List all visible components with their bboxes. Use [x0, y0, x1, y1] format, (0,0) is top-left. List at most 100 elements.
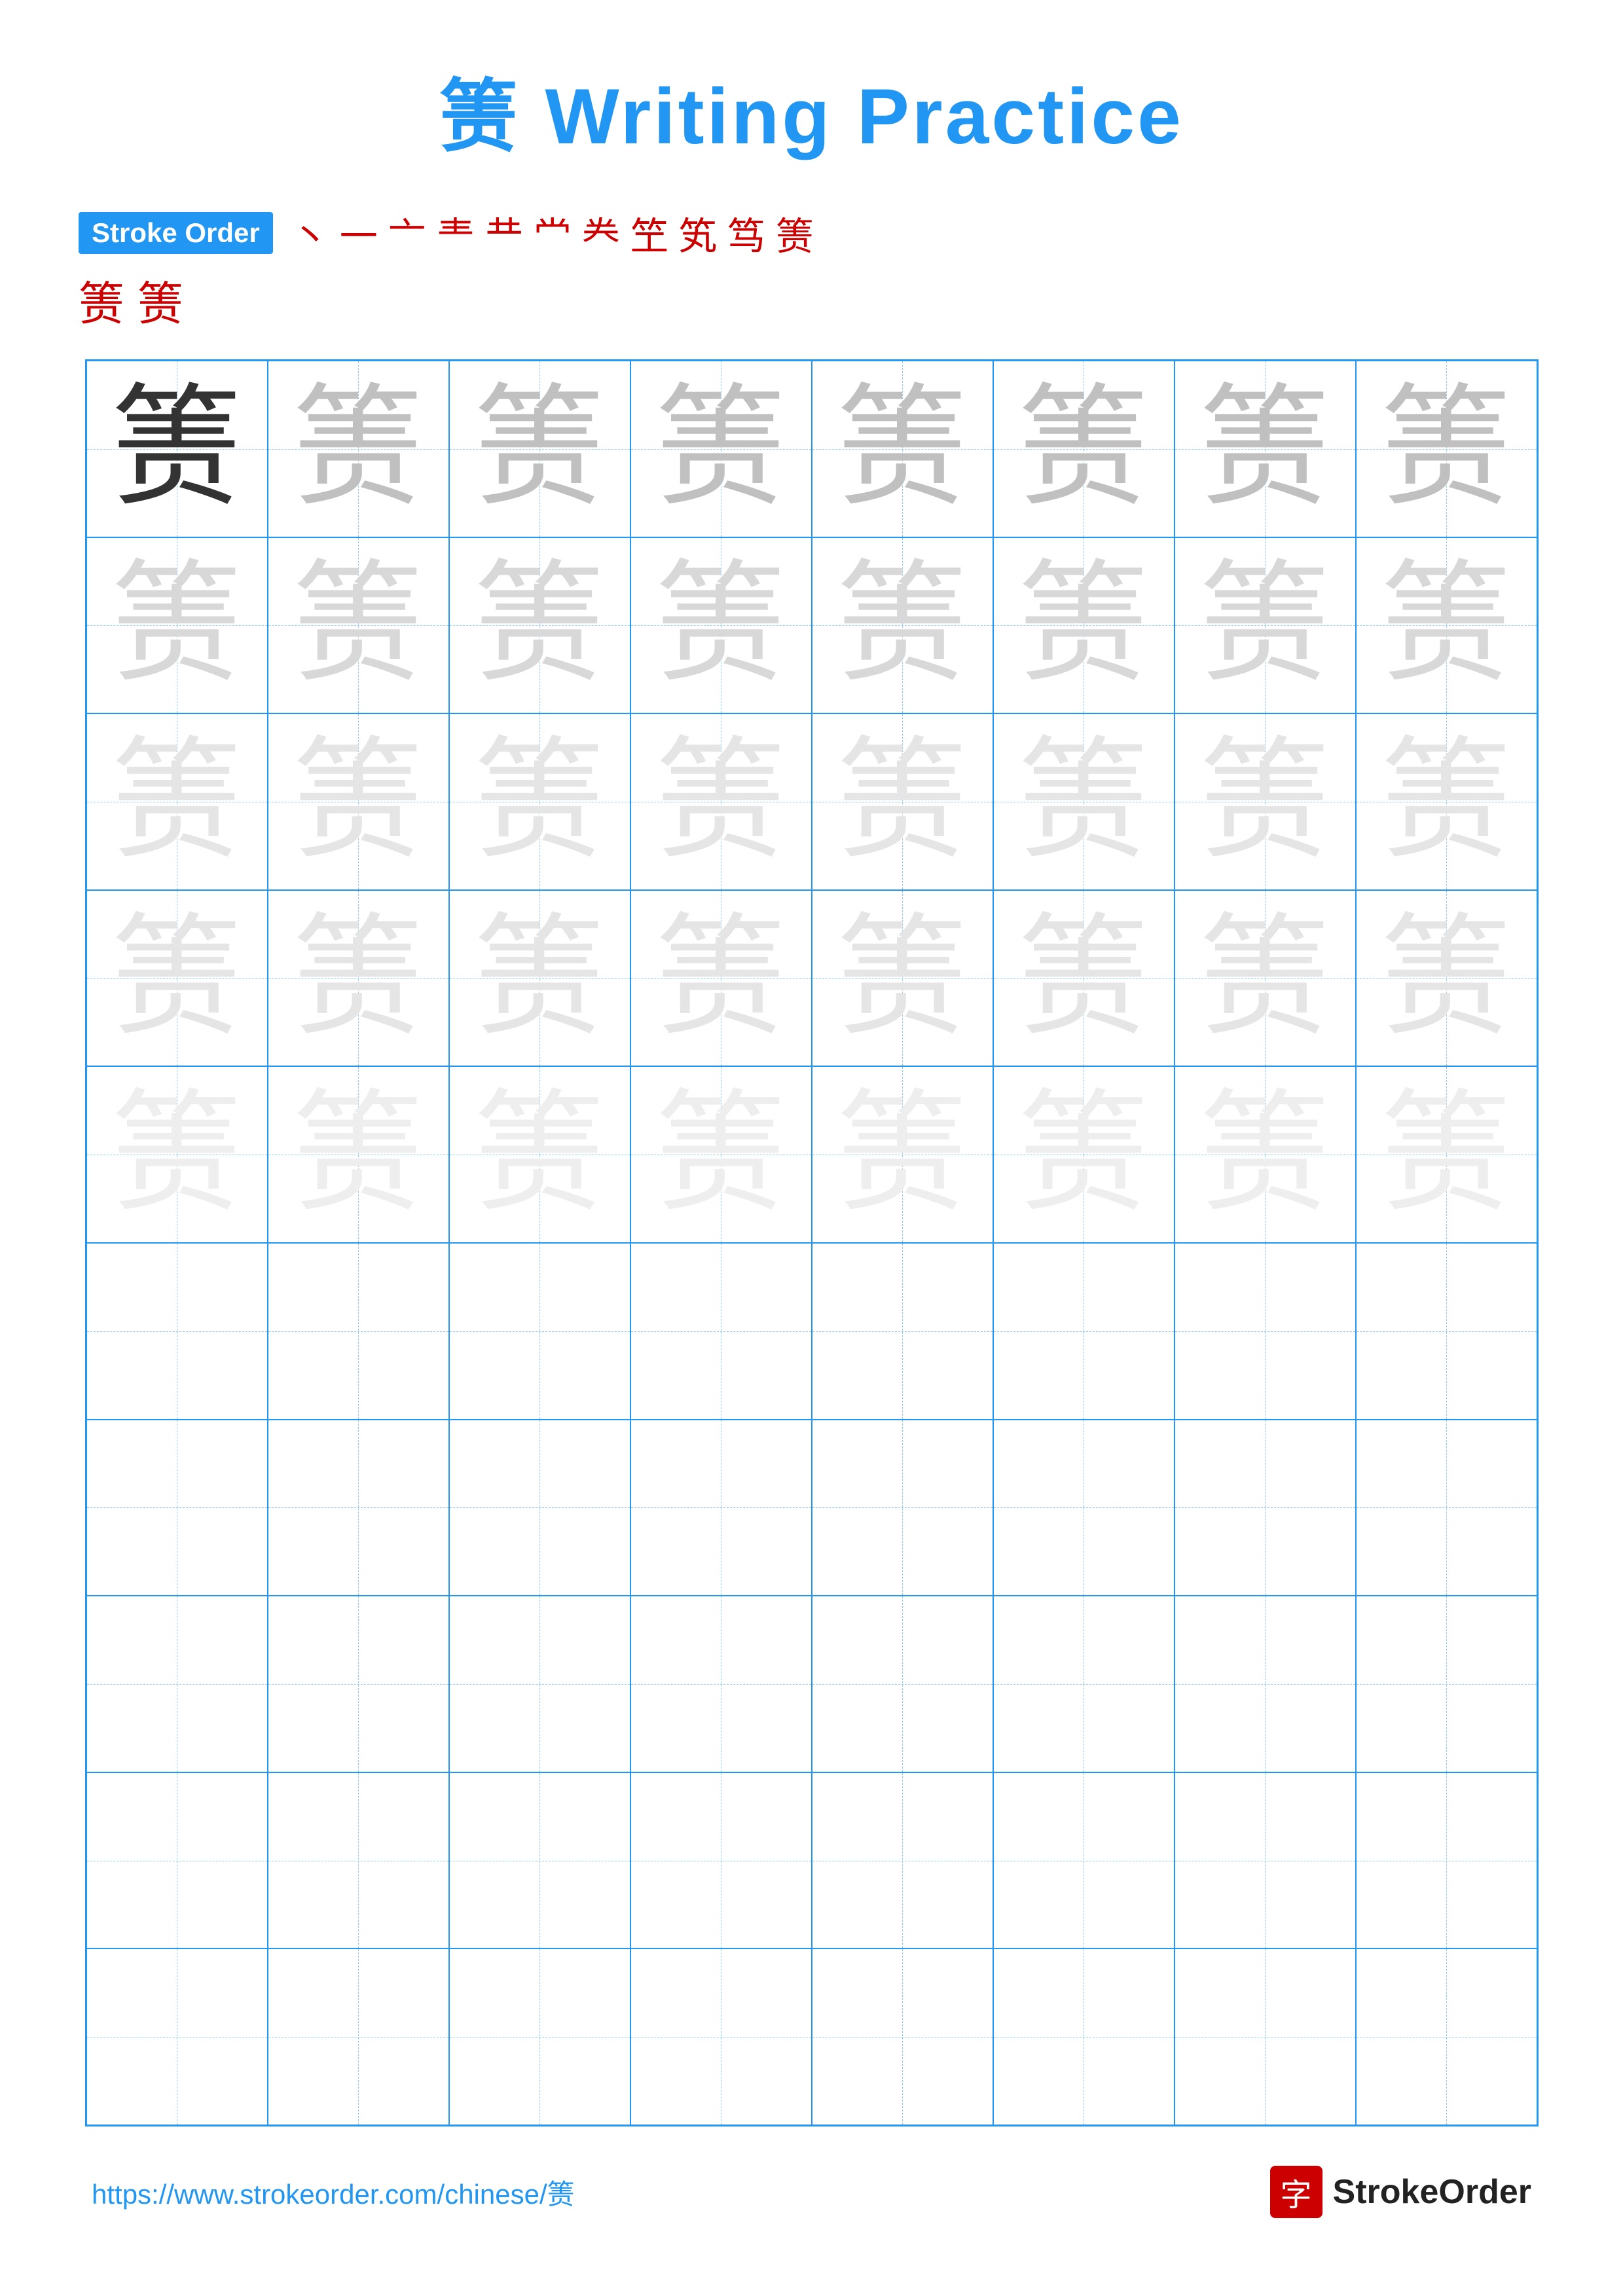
grid-cell-r10c6[interactable] — [993, 1948, 1175, 2125]
grid-cell-r8c3[interactable] — [449, 1596, 630, 1772]
practice-char: 箦 — [1018, 384, 1149, 514]
grid-cell-r3c7[interactable]: 箦 — [1175, 713, 1356, 890]
grid-cell-r10c3[interactable] — [449, 1948, 630, 2125]
grid-cell-r8c5[interactable] — [812, 1596, 993, 1772]
grid-cell-r3c5[interactable]: 箦 — [812, 713, 993, 890]
grid-cell-r7c3[interactable] — [449, 1420, 630, 1596]
practice-char: 箦 — [293, 913, 424, 1044]
grid-cell-r7c2[interactable] — [268, 1420, 449, 1596]
grid-cell-r8c4[interactable] — [630, 1596, 812, 1772]
grid-cell-r5c5[interactable]: 箦 — [812, 1066, 993, 1243]
grid-cell-r1c2[interactable]: 箦 — [268, 361, 449, 537]
stroke-10: 笃 — [727, 206, 765, 260]
grid-cell-r9c3[interactable] — [449, 1772, 630, 1949]
grid-cell-r2c1[interactable]: 箦 — [86, 537, 268, 714]
grid-cell-r8c7[interactable] — [1175, 1596, 1356, 1772]
grid-cell-r4c5[interactable]: 箦 — [812, 890, 993, 1067]
stroke-order-row: Stroke Order 丶 一 亠 龶 龷 龸 龹 笁 笂 笃 箦 — [79, 206, 1544, 260]
grid-cell-r4c6[interactable]: 箦 — [993, 890, 1175, 1067]
grid-cell-r4c3[interactable]: 箦 — [449, 890, 630, 1067]
grid-cell-r2c5[interactable]: 箦 — [812, 537, 993, 714]
grid-cell-r10c8[interactable] — [1356, 1948, 1537, 2125]
practice-char: 箦 — [474, 913, 605, 1044]
grid-cell-r6c7[interactable] — [1175, 1243, 1356, 1420]
grid-cell-r2c7[interactable]: 箦 — [1175, 537, 1356, 714]
grid-cell-r1c5[interactable]: 箦 — [812, 361, 993, 537]
practice-char: 箦 — [474, 560, 605, 691]
grid-cell-r8c1[interactable] — [86, 1596, 268, 1772]
grid-cell-r9c7[interactable] — [1175, 1772, 1356, 1949]
grid-cell-r8c6[interactable] — [993, 1596, 1175, 1772]
practice-char: 箦 — [1381, 913, 1512, 1044]
grid-cell-r3c1[interactable]: 箦 — [86, 713, 268, 890]
grid-cell-r3c2[interactable]: 箦 — [268, 713, 449, 890]
grid-cell-r7c6[interactable] — [993, 1420, 1175, 1596]
grid-cell-r7c8[interactable] — [1356, 1420, 1537, 1596]
grid-cell-r10c1[interactable] — [86, 1948, 268, 2125]
grid-cell-r8c2[interactable] — [268, 1596, 449, 1772]
grid-cell-r9c4[interactable] — [630, 1772, 812, 1949]
grid-cell-r5c3[interactable]: 箦 — [449, 1066, 630, 1243]
grid-cell-r1c8[interactable]: 箦 — [1356, 361, 1537, 537]
practice-char: 箦 — [837, 913, 968, 1044]
grid-cell-r4c2[interactable]: 箦 — [268, 890, 449, 1067]
grid-cell-r2c3[interactable]: 箦 — [449, 537, 630, 714]
grid-cell-r6c4[interactable] — [630, 1243, 812, 1420]
stroke-4: 龶 — [437, 206, 475, 260]
grid-cell-r2c6[interactable]: 箦 — [993, 537, 1175, 714]
practice-char: 箦 — [111, 384, 242, 514]
grid-cell-r4c1[interactable]: 箦 — [86, 890, 268, 1067]
stroke-9: 笂 — [679, 206, 717, 260]
grid-cell-r3c3[interactable]: 箦 — [449, 713, 630, 890]
grid-cell-r9c8[interactable] — [1356, 1772, 1537, 1949]
grid-cell-r6c5[interactable] — [812, 1243, 993, 1420]
grid-cell-r3c4[interactable]: 箦 — [630, 713, 812, 890]
brand-name: StrokeOrder — [1333, 2172, 1531, 2212]
grid-cell-r5c4[interactable]: 箦 — [630, 1066, 812, 1243]
practice-char: 箦 — [1018, 560, 1149, 691]
grid-cell-r6c2[interactable] — [268, 1243, 449, 1420]
grid-cell-r6c8[interactable] — [1356, 1243, 1537, 1420]
grid-cell-r3c6[interactable]: 箦 — [993, 713, 1175, 890]
grid-cell-r10c5[interactable] — [812, 1948, 993, 2125]
grid-cell-r6c1[interactable] — [86, 1243, 268, 1420]
stroke-chars: 丶 一 亠 龶 龷 龸 龹 笁 笂 笃 箦 — [286, 206, 819, 260]
grid-cell-r4c7[interactable]: 箦 — [1175, 890, 1356, 1067]
grid-cell-r7c1[interactable] — [86, 1420, 268, 1596]
grid-cell-r5c7[interactable]: 箦 — [1175, 1066, 1356, 1243]
grid-cell-r2c8[interactable]: 箦 — [1356, 537, 1537, 714]
grid-cell-r4c8[interactable]: 箦 — [1356, 890, 1537, 1067]
grid-cell-r5c6[interactable]: 箦 — [993, 1066, 1175, 1243]
grid-cell-r9c5[interactable] — [812, 1772, 993, 1949]
grid-cell-r5c2[interactable]: 箦 — [268, 1066, 449, 1243]
grid-cell-r1c4[interactable]: 箦 — [630, 361, 812, 537]
grid-cell-r1c3[interactable]: 箦 — [449, 361, 630, 537]
grid-cell-r5c1[interactable]: 箦 — [86, 1066, 268, 1243]
grid-cell-r9c6[interactable] — [993, 1772, 1175, 1949]
grid-cell-r9c2[interactable] — [268, 1772, 449, 1949]
grid-cell-r2c2[interactable]: 箦 — [268, 537, 449, 714]
grid-cell-r4c4[interactable]: 箦 — [630, 890, 812, 1067]
practice-char: 箦 — [1199, 913, 1330, 1044]
grid-cell-r5c8[interactable]: 箦 — [1356, 1066, 1537, 1243]
grid-cell-r9c1[interactable] — [86, 1772, 268, 1949]
practice-char: 箦 — [655, 560, 786, 691]
practice-char: 箦 — [474, 384, 605, 514]
grid-cell-r6c3[interactable] — [449, 1243, 630, 1420]
grid-cell-r10c4[interactable] — [630, 1948, 812, 2125]
grid-cell-r10c2[interactable] — [268, 1948, 449, 2125]
stroke-8: 笁 — [630, 206, 668, 260]
grid-cell-r7c4[interactable] — [630, 1420, 812, 1596]
grid-cell-r10c7[interactable] — [1175, 1948, 1356, 2125]
grid-cell-r1c1[interactable]: 箦 — [86, 361, 268, 537]
grid-cell-r6c6[interactable] — [993, 1243, 1175, 1420]
grid-cell-r7c5[interactable] — [812, 1420, 993, 1596]
grid-cell-r1c7[interactable]: 箦 — [1175, 361, 1356, 537]
grid-cell-r1c6[interactable]: 箦 — [993, 361, 1175, 537]
practice-char: 箦 — [837, 736, 968, 867]
grid-cell-r8c8[interactable] — [1356, 1596, 1537, 1772]
grid-cell-r3c8[interactable]: 箦 — [1356, 713, 1537, 890]
grid-cell-r7c7[interactable] — [1175, 1420, 1356, 1596]
practice-char: 箦 — [111, 1089, 242, 1220]
grid-cell-r2c4[interactable]: 箦 — [630, 537, 812, 714]
